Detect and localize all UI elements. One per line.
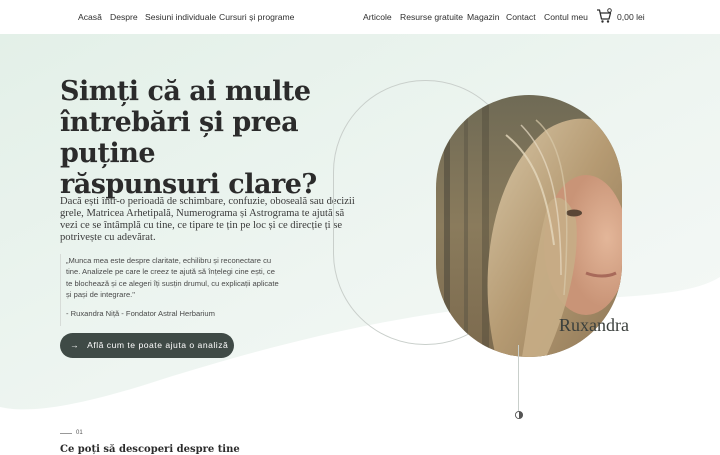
cart-total[interactable]: 0,00 lei	[617, 12, 645, 22]
quote-divider	[60, 254, 61, 326]
hero-headline: Simți că ai multe întrebări și prea puți…	[60, 76, 317, 200]
cart-icon[interactable]	[596, 8, 612, 24]
nav-item-acasa[interactable]: Acasă	[78, 12, 102, 22]
nav-item-articole[interactable]: Articole	[363, 12, 392, 22]
cta-button[interactable]: → Află cum te poate ajuta o analiză	[60, 333, 234, 358]
hero-quote: „Munca mea este despre claritate, echili…	[66, 256, 279, 300]
nav-item-sesiuni-individuale[interactable]: Sesiuni individuale	[145, 12, 216, 22]
nav-item-contact[interactable]: Contact	[506, 12, 536, 22]
cta-label: Află cum te poate ajuta o analiză	[87, 340, 229, 350]
section-number: 01	[76, 430, 83, 436]
section-divider	[60, 433, 72, 434]
nav-item-contul-meu[interactable]: Contul meu	[544, 12, 588, 22]
decorative-vertical-line	[518, 345, 519, 411]
moon-icon	[514, 410, 524, 420]
hero-intro: Dacă ești într-o perioadă de schimbare, …	[60, 196, 355, 243]
nav-item-despre[interactable]: Despre	[110, 12, 138, 22]
nav-item-magazin[interactable]: Magazin	[467, 12, 499, 22]
quote-author: - Ruxandra Niță - Fondator Astral Herbar…	[66, 309, 215, 318]
nav-item-cursuri-programe[interactable]: Cursuri și programe	[219, 12, 294, 22]
top-navigation: Acasă Despre Sesiuni individuale Cursuri…	[0, 0, 720, 34]
photo-caption: Ruxandra	[559, 315, 629, 335]
arrow-right-icon: →	[70, 340, 80, 350]
nav-item-resurse-gratuite[interactable]: Resurse gratuite	[400, 12, 463, 22]
